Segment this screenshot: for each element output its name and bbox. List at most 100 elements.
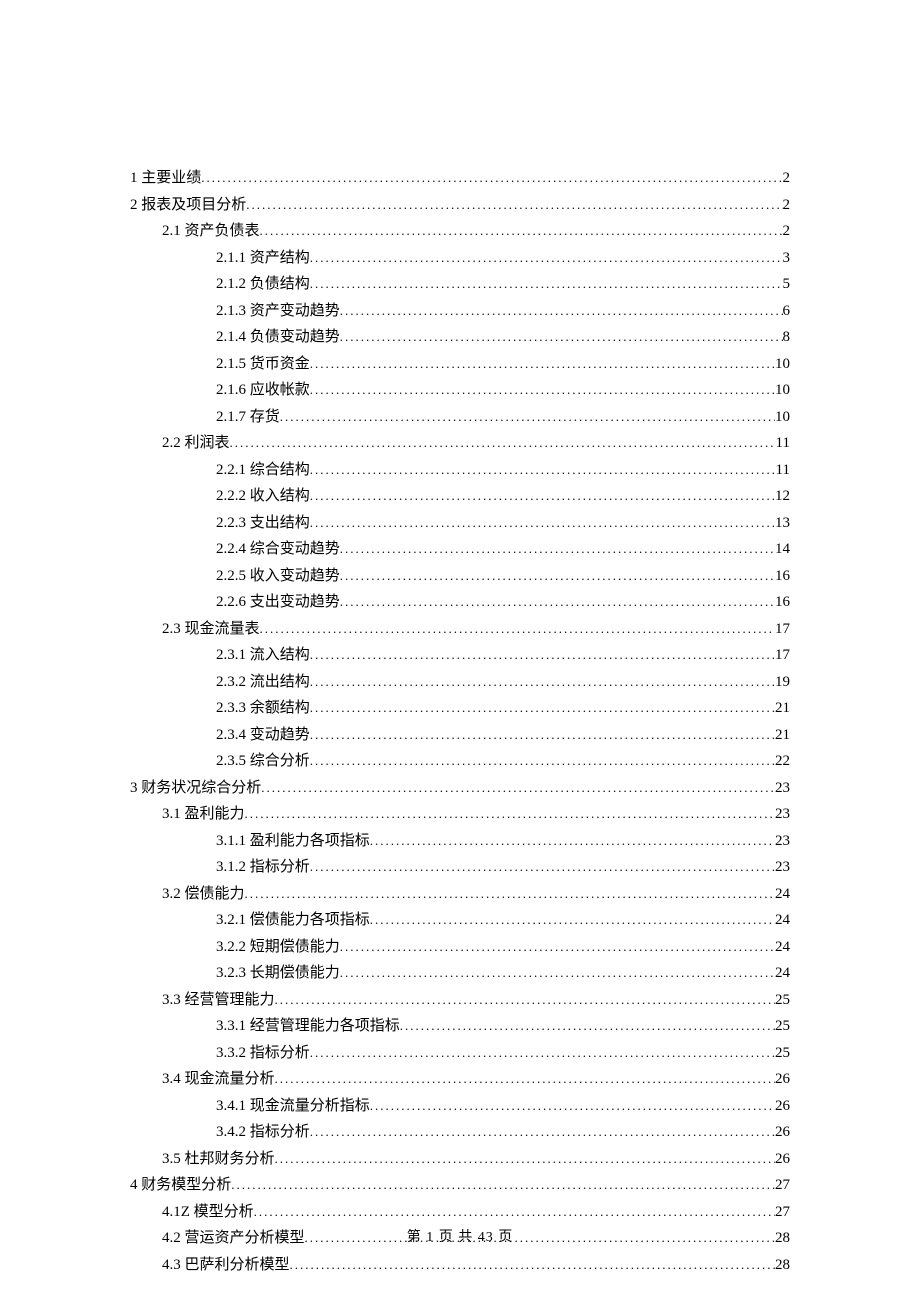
toc-entry: 3.1.2 指标分析23 bbox=[216, 854, 790, 881]
toc-entry: 2.2.4 综合变动趋势14 bbox=[216, 536, 790, 563]
toc-entry: 1 主要业绩2 bbox=[130, 165, 790, 192]
toc-dots bbox=[310, 722, 775, 748]
toc-entry-label: 3 财务状况综合分析 bbox=[130, 776, 261, 802]
toc-dots bbox=[245, 801, 775, 827]
toc-entry-label: 3.2.3 长期偿债能力 bbox=[216, 961, 340, 987]
toc-dots bbox=[310, 1119, 775, 1145]
toc-dots bbox=[254, 1199, 775, 1225]
toc-entry: 2.1.1 资产结构 3 bbox=[216, 245, 790, 272]
toc-entry-label: 3.4.2 指标分析 bbox=[216, 1120, 310, 1146]
toc-entry: 2.2.3 支出结构 13 bbox=[216, 510, 790, 537]
toc-entry: 4 财务模型分析27 bbox=[130, 1172, 790, 1199]
toc-entry-page: 27 bbox=[775, 1200, 790, 1226]
toc-entry: 2.3.4 变动趋势21 bbox=[216, 722, 790, 749]
toc-dots bbox=[260, 616, 775, 642]
toc-entry-label: 2.2.5 收入变动趋势 bbox=[216, 564, 340, 590]
toc-entry-page: 13 bbox=[775, 511, 790, 537]
toc-entry: 2.2.6 支出变动趋势16 bbox=[216, 589, 790, 616]
toc-entry-page: 8 bbox=[783, 325, 791, 351]
toc-entry-label: 2.2 利润表 bbox=[162, 431, 230, 457]
toc-entry: 2 报表及项目分析 2 bbox=[130, 192, 790, 219]
toc-dots bbox=[340, 589, 775, 615]
toc-dots bbox=[340, 934, 775, 960]
toc-dots bbox=[310, 245, 783, 271]
toc-entry-page: 3 bbox=[783, 246, 791, 272]
toc-entry-page: 2 bbox=[783, 193, 791, 219]
toc-entry-label: 3.5 杜邦财务分析 bbox=[162, 1147, 275, 1173]
toc-dots bbox=[260, 218, 783, 244]
page-footer: 第 1 页 共 43 页 bbox=[0, 1226, 920, 1246]
toc-entry-label: 2.3.1 流入结构 bbox=[216, 643, 310, 669]
toc-dots bbox=[340, 298, 783, 324]
toc-entry-page: 19 bbox=[775, 670, 790, 696]
toc-entry-label: 2.2.6 支出变动趋势 bbox=[216, 590, 340, 616]
toc-entry-page: 2 bbox=[783, 219, 791, 245]
toc-dots bbox=[370, 1093, 775, 1119]
toc-entry-label: 2.3.4 变动趋势 bbox=[216, 723, 310, 749]
toc-dots bbox=[201, 165, 782, 191]
toc-entry-label: 3.2.2 短期偿债能力 bbox=[216, 935, 340, 961]
toc-entry-label: 3.4 现金流量分析 bbox=[162, 1067, 275, 1093]
toc-entry-page: 23 bbox=[775, 829, 790, 855]
toc-entry-page: 17 bbox=[775, 643, 790, 669]
toc-dots bbox=[340, 536, 775, 562]
toc-entry-label: 1 主要业绩 bbox=[130, 166, 201, 192]
toc-dots bbox=[275, 987, 775, 1013]
toc-entry: 3.2.2 短期偿债能力 24 bbox=[216, 934, 790, 961]
toc-entry-label: 2 报表及项目分析 bbox=[130, 193, 246, 219]
toc-entry: 2.3 现金流量表17 bbox=[162, 616, 790, 643]
toc-dots bbox=[230, 430, 776, 456]
toc-entry-page: 25 bbox=[775, 988, 790, 1014]
toc-entry: 2.3.5 综合分析22 bbox=[216, 748, 790, 775]
toc-entry: 3.4 现金流量分析26 bbox=[162, 1066, 790, 1093]
toc-entry-page: 22 bbox=[775, 749, 790, 775]
toc-entry-label: 3.2.1 偿债能力各项指标 bbox=[216, 908, 370, 934]
toc-entry: 2.1 资产负债表 2 bbox=[162, 218, 790, 245]
toc-entry-label: 2.2.3 支出结构 bbox=[216, 511, 310, 537]
toc-dots bbox=[275, 1146, 775, 1172]
toc-entry-page: 11 bbox=[776, 431, 790, 457]
toc-entry-label: 3.2 偿债能力 bbox=[162, 882, 245, 908]
toc-entry-label: 2.2.2 收入结构 bbox=[216, 484, 310, 510]
toc-entry-label: 2.1 资产负债表 bbox=[162, 219, 260, 245]
toc-entry-page: 24 bbox=[775, 961, 790, 987]
toc-dots bbox=[340, 563, 775, 589]
toc-entry: 3.2.3 长期偿债能力 24 bbox=[216, 960, 790, 987]
toc-dots bbox=[280, 404, 775, 430]
toc-entry-page: 24 bbox=[775, 882, 790, 908]
toc-entry: 2.1.6 应收帐款10 bbox=[216, 377, 790, 404]
toc-entry-page: 12 bbox=[775, 484, 790, 510]
toc-entry-label: 2.1.1 资产结构 bbox=[216, 246, 310, 272]
toc-entry-label: 3.1.2 指标分析 bbox=[216, 855, 310, 881]
toc-entry: 2.1.5 货币资金10 bbox=[216, 351, 790, 378]
toc-entry-page: 17 bbox=[775, 617, 790, 643]
toc-entry-page: 21 bbox=[775, 696, 790, 722]
toc-page: 1 主要业绩22 报表及项目分析22.1 资产负债表22.1.1 资产结构32.… bbox=[0, 0, 920, 1278]
toc-dots bbox=[310, 271, 783, 297]
toc-entry-label: 3.3 经营管理能力 bbox=[162, 988, 275, 1014]
toc-dots bbox=[370, 828, 775, 854]
toc-dots bbox=[310, 1040, 775, 1066]
toc-entry-label: 4.1Z 模型分析 bbox=[162, 1200, 254, 1226]
toc-entry-page: 10 bbox=[775, 378, 790, 404]
toc-entry-label: 4.3 巴萨利分析模型 bbox=[162, 1253, 290, 1279]
table-of-contents: 1 主要业绩22 报表及项目分析22.1 资产负债表22.1.1 资产结构32.… bbox=[130, 165, 790, 1278]
toc-entry-label: 2.1.4 负债变动趋势 bbox=[216, 325, 340, 351]
toc-entry: 2.1.3 资产变动趋势6 bbox=[216, 298, 790, 325]
toc-dots bbox=[310, 669, 775, 695]
toc-entry: 3.2.1 偿债能力各项指标 24 bbox=[216, 907, 790, 934]
toc-entry-label: 2.2.4 综合变动趋势 bbox=[216, 537, 340, 563]
toc-entry-page: 23 bbox=[775, 802, 790, 828]
toc-dots bbox=[310, 377, 775, 403]
toc-entry-page: 24 bbox=[775, 908, 790, 934]
toc-dots bbox=[310, 351, 775, 377]
toc-entry-label: 3.3.2 指标分析 bbox=[216, 1041, 310, 1067]
toc-entry: 2.3.3 余额结构21 bbox=[216, 695, 790, 722]
toc-entry-label: 2.1.7 存货 bbox=[216, 405, 280, 431]
toc-entry: 2.3.1 流入结构 17 bbox=[216, 642, 790, 669]
toc-entry: 2.3.2 流出结构19 bbox=[216, 669, 790, 696]
toc-entry-page: 24 bbox=[775, 935, 790, 961]
toc-entry: 2.2.1 综合结构11 bbox=[216, 457, 790, 484]
toc-entry: 3.1.1 盈利能力各项指标23 bbox=[216, 828, 790, 855]
toc-entry-page: 26 bbox=[775, 1094, 790, 1120]
